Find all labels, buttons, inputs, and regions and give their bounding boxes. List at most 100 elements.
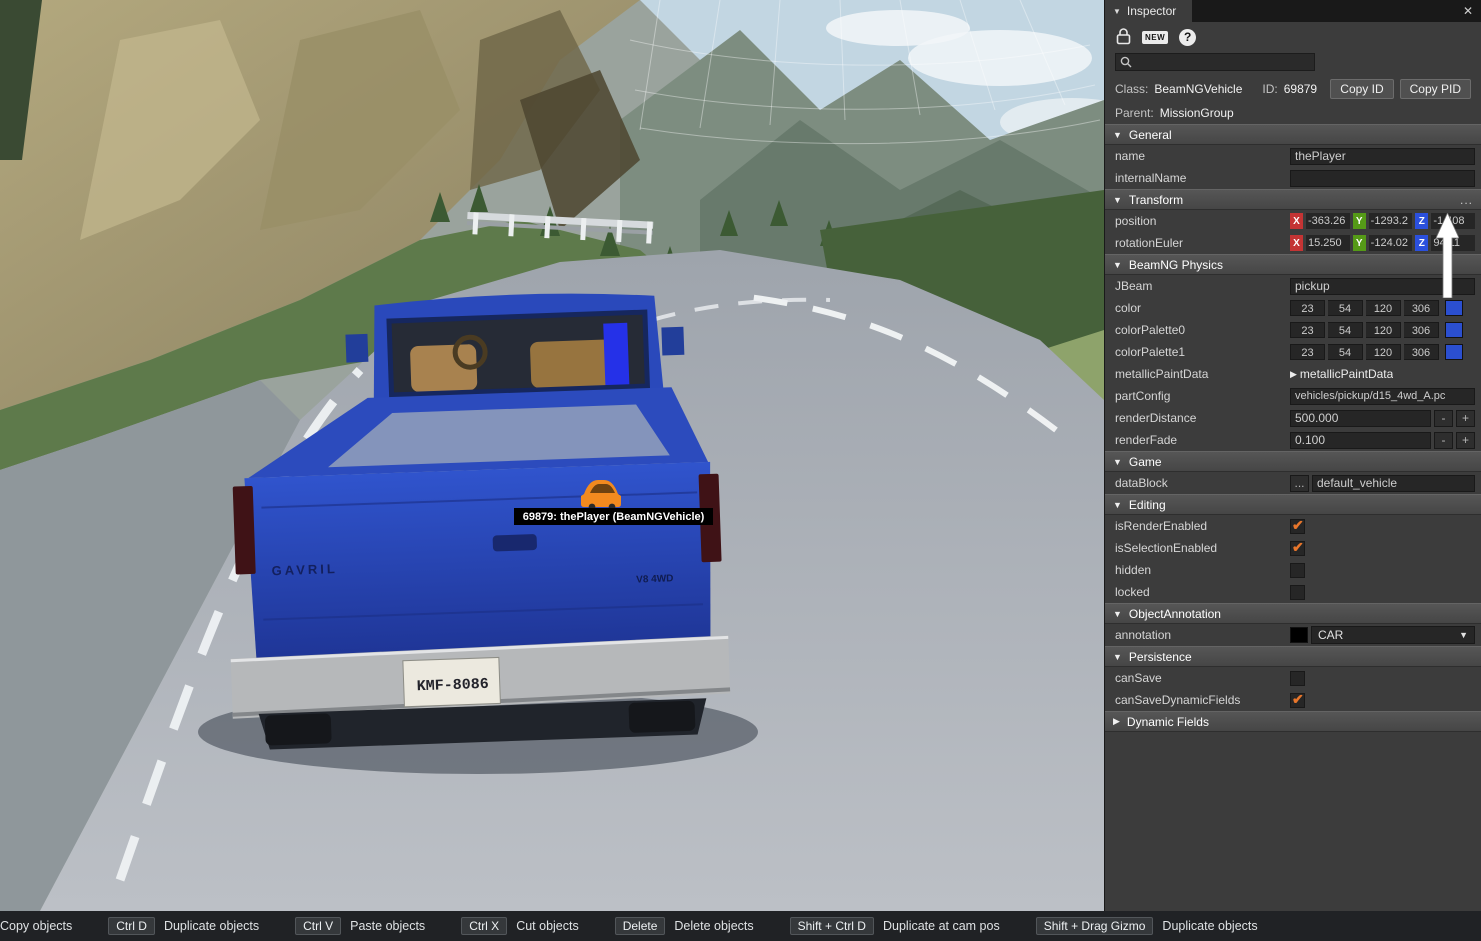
lock-icon[interactable] xyxy=(1116,27,1131,48)
renderfade-decrement-button[interactable]: - xyxy=(1434,431,1453,449)
isrenderenabled-checkbox[interactable] xyxy=(1290,517,1305,534)
row-rotationeuler: rotationEuler X 15.250 Y -124.02 Z 94.11 xyxy=(1105,232,1481,254)
datablock-input[interactable] xyxy=(1312,474,1475,492)
shortcut-label: Delete objects xyxy=(674,919,754,933)
rotation-y-value[interactable]: -124.02 xyxy=(1368,235,1413,251)
row-colorpalette0: colorPalette0 23 54 120 306 xyxy=(1105,319,1481,341)
section-title: General xyxy=(1128,127,1172,142)
partconfig-input[interactable] xyxy=(1290,387,1475,405)
help-icon[interactable]: ? xyxy=(1179,28,1197,46)
color-cell-2[interactable]: 120 xyxy=(1366,300,1401,316)
axis-x-badge: X xyxy=(1290,235,1303,251)
row-colorpalette1: colorPalette1 23 54 120 306 xyxy=(1105,341,1481,363)
search-input[interactable] xyxy=(1136,55,1310,69)
renderdistance-increment-button[interactable]: + xyxy=(1456,409,1475,427)
palette1-cell-0[interactable]: 23 xyxy=(1290,344,1325,360)
renderdistance-input[interactable] xyxy=(1290,409,1431,427)
field-label: dataBlock xyxy=(1115,476,1168,490)
renderdistance-decrement-button[interactable]: - xyxy=(1434,409,1453,427)
shortcut-cut: Ctrl X Cut objects xyxy=(461,917,579,935)
color-swatch[interactable] xyxy=(1445,300,1463,316)
viewport-3d[interactable]: GAVRIL V8 4WD KMF-8086 69879: thePlayer … xyxy=(0,0,1104,911)
inspector-tab[interactable]: ▼ Inspector xyxy=(1105,0,1193,22)
color-cell-0[interactable]: 23 xyxy=(1290,300,1325,316)
section-header-objectannotation[interactable]: ▼ ObjectAnnotation xyxy=(1105,603,1481,624)
row-isrenderenabled: isRenderEnabled xyxy=(1105,515,1481,537)
row-internalname: internalName xyxy=(1105,167,1481,189)
datablock-browse-button[interactable]: ... xyxy=(1290,474,1309,492)
row-isselectionenabled: isSelectionEnabled xyxy=(1105,537,1481,559)
section-title: BeamNG Physics xyxy=(1128,257,1223,272)
cansave-checkbox[interactable] xyxy=(1290,670,1305,686)
field-label: metallicPaintData xyxy=(1115,367,1209,381)
section-title: Dynamic Fields xyxy=(1126,714,1209,729)
row-hidden: hidden xyxy=(1105,559,1481,581)
palette1-cell-2[interactable]: 120 xyxy=(1366,344,1401,360)
locked-checkbox[interactable] xyxy=(1290,584,1305,600)
annotation-color-swatch[interactable] xyxy=(1290,627,1308,643)
shortcut-key: Ctrl V xyxy=(295,917,342,935)
field-label: name xyxy=(1115,149,1146,163)
section-header-transform[interactable]: ▼ Transform ... xyxy=(1105,189,1481,210)
tailgate-brand-text: GAVRIL xyxy=(271,561,338,578)
palette0-cell-1[interactable]: 54 xyxy=(1328,322,1363,338)
row-cansave: canSave xyxy=(1105,667,1481,689)
collapse-icon: ▼ xyxy=(1113,259,1122,270)
color-cell-1[interactable]: 54 xyxy=(1328,300,1363,316)
copy-id-button[interactable]: Copy ID xyxy=(1330,79,1394,99)
class-value: BeamNGVehicle xyxy=(1154,82,1243,96)
shortcut-duplicate-campos: Shift + Ctrl D Duplicate at cam pos xyxy=(789,917,1000,935)
collapse-icon: ▼ xyxy=(1113,651,1122,662)
section-header-persistence[interactable]: ▼ Persistence xyxy=(1105,646,1481,667)
palette1-cell-3[interactable]: 306 xyxy=(1404,344,1439,360)
palette0-cell-0[interactable]: 23 xyxy=(1290,322,1325,338)
field-label: annotation xyxy=(1115,628,1172,642)
jbeam-input[interactable] xyxy=(1290,277,1475,295)
name-input[interactable] xyxy=(1290,147,1475,165)
hidden-checkbox[interactable] xyxy=(1290,562,1305,578)
row-renderfade: renderFade - + xyxy=(1105,429,1481,451)
shortcut-label: Duplicate at cam pos xyxy=(882,919,1000,933)
field-label: renderDistance xyxy=(1115,411,1197,425)
shortcut-key: Ctrl X xyxy=(461,917,508,935)
transform-more-button[interactable]: ... xyxy=(1460,193,1473,207)
palette0-cell-3[interactable]: 306 xyxy=(1404,322,1439,338)
field-label: canSave xyxy=(1115,671,1162,685)
position-x-value[interactable]: -363.26 xyxy=(1306,213,1350,229)
class-label: Class: xyxy=(1115,82,1149,96)
palette1-cell-1[interactable]: 54 xyxy=(1328,344,1363,360)
cansavedynamicfields-checkbox[interactable] xyxy=(1290,691,1305,708)
collapse-icon: ▼ xyxy=(1113,608,1122,619)
close-icon[interactable]: ✕ xyxy=(1455,0,1481,22)
palette0-swatch[interactable] xyxy=(1445,322,1463,338)
section-header-game[interactable]: ▼ Game xyxy=(1105,451,1481,472)
shortcut-key: Shift + Drag Gizmo xyxy=(1035,917,1154,935)
internalname-input[interactable] xyxy=(1290,169,1475,187)
palette1-swatch[interactable] xyxy=(1445,344,1463,360)
selected-object-label: 69879: thePlayer (BeamNGVehicle) xyxy=(514,508,713,525)
search-box[interactable] xyxy=(1115,53,1315,71)
shortcut-key: Ctrl D xyxy=(108,917,155,935)
section-header-physics[interactable]: ▼ BeamNG Physics xyxy=(1105,254,1481,275)
field-label: colorPalette0 xyxy=(1115,323,1186,337)
section-header-dynamicfields[interactable]: ▶ Dynamic Fields xyxy=(1105,711,1481,732)
renderfade-increment-button[interactable]: + xyxy=(1456,431,1475,449)
copy-pid-button[interactable]: Copy PID xyxy=(1399,79,1471,99)
position-y-value[interactable]: -1293.2 xyxy=(1368,213,1413,229)
section-header-general[interactable]: ▼ General xyxy=(1105,124,1481,145)
shortcut-duplicate: Ctrl D Duplicate objects xyxy=(108,917,259,935)
isselectionenabled-checkbox[interactable] xyxy=(1290,539,1305,556)
color-cell-3[interactable]: 306 xyxy=(1404,300,1439,316)
renderfade-input[interactable] xyxy=(1290,431,1431,449)
section-header-editing[interactable]: ▼ Editing xyxy=(1105,494,1481,515)
palette0-cell-2[interactable]: 120 xyxy=(1366,322,1401,338)
collapse-icon: ▼ xyxy=(1113,129,1122,140)
inspector-tab-title: Inspector xyxy=(1126,4,1177,18)
expand-icon[interactable]: ▶ xyxy=(1290,369,1297,380)
annotation-dropdown[interactable]: CAR ▼ xyxy=(1311,626,1475,644)
rotation-z-value[interactable]: 94.11 xyxy=(1431,235,1476,251)
position-z-value[interactable]: -1.408 xyxy=(1431,213,1476,229)
rotation-x-value[interactable]: 15.250 xyxy=(1306,235,1350,251)
world-editor-window: GAVRIL V8 4WD KMF-8086 69879: thePlayer … xyxy=(0,0,1481,941)
new-object-icon[interactable]: NEW xyxy=(1142,30,1169,44)
